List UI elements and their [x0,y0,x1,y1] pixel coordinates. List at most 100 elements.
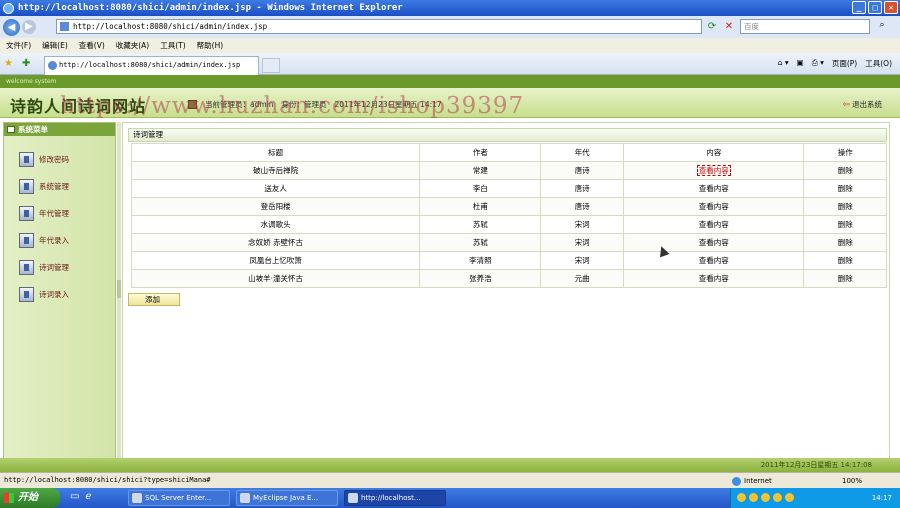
delete-link[interactable]: 删除 [838,256,853,265]
globe-icon [732,477,741,486]
poem-table: 标题 作者 年代 内容 操作 破山寺后禅院 常建 唐诗 查看内容 删除 送友人 [130,143,887,288]
favorites-star-icon[interactable]: ★ [4,58,13,69]
sidebar-item-change-password[interactable]: 修改密码 [19,149,69,169]
tools-menu[interactable]: 工具(O) [865,58,892,69]
ie-quicklaunch-icon[interactable]: ℯ [85,491,91,502]
close-button[interactable]: ✕ [884,1,898,14]
cell-author: 李清照 [419,251,542,270]
delete-link[interactable]: 删除 [838,220,853,229]
current-user: 当前管理员：admin [205,100,274,109]
view-content-link[interactable]: 查看内容 [699,238,729,247]
sidebar-splitter[interactable] [117,122,121,462]
delete-link[interactable]: 删除 [838,238,853,247]
refresh-icon[interactable]: ⟳ [705,20,719,34]
cell-author: 苏轼 [419,215,542,234]
table-row: 念奴娇 赤壁怀古 苏轼 宋词 查看内容 删除 [130,233,887,252]
document-icon [19,205,34,221]
sidebar-item-poem-entry[interactable]: 诗词录入 [19,284,69,304]
search-input[interactable]: 百度 [740,19,870,34]
tab-bar: ★ ✚ http://localhost:8080/shici/admin/in… [0,53,900,75]
sidebar-item-system[interactable]: 系统管理 [19,176,69,196]
sidebar-item-era-entry[interactable]: 年代录入 [19,230,69,250]
browser-tab[interactable]: http://localhost:8080/shici/admin/index.… [44,56,259,75]
home-icon[interactable]: ⌂ ▾ [778,58,789,69]
sidebar-header-label: 系统菜单 [18,125,48,134]
col-author: 作者 [419,143,542,162]
menu-icon [7,126,15,133]
new-tab-button[interactable] [262,58,280,73]
cell-action: 删除 [803,197,887,216]
stop-icon[interactable]: ✕ [722,20,736,34]
splitter-grip[interactable] [117,280,121,298]
cell-title: 山坡羊·潼关怀古 [130,269,421,288]
table-row: 山坡羊·潼关怀古 张养浩 元曲 查看内容 删除 [130,269,887,288]
print-icon[interactable]: ⎙ ▾ [812,58,824,69]
delete-link[interactable]: 删除 [838,184,853,193]
sidebar-item-label: 诗词管理 [39,262,69,272]
system-tray: 14:17 [730,488,900,508]
view-content-link[interactable]: 查看内容 [696,165,731,176]
security-zone: Internet [732,474,772,489]
menu-view[interactable]: 查看(V) [79,40,105,51]
page-menu[interactable]: 页面(P) [832,58,857,69]
menu-favorites[interactable]: 收藏夹(A) [116,40,149,51]
task-myeclipse[interactable]: MyEclipse Java E... [236,490,338,506]
top-strip: welcome system [0,75,900,88]
view-content-link[interactable]: 查看内容 [699,202,729,211]
tray-icon[interactable] [749,493,758,502]
document-icon [19,232,34,248]
cell-content: 查看内容 [622,179,805,198]
document-icon [19,259,34,275]
tray-icon[interactable] [737,493,746,502]
sidebar-item-poem-manage[interactable]: 诗词管理 [19,257,69,277]
cell-content: 查看内容 [622,269,805,288]
zone-label: Internet [744,477,772,485]
task-sql-server[interactable]: SQL Server Enter... [128,490,230,506]
logout-link[interactable]: ⇦ 退出系统 [842,99,882,110]
menu-bar: 文件(F) 编辑(E) 查看(V) 收藏夹(A) 工具(T) 帮助(H) [0,38,900,53]
start-button[interactable]: 开始 [0,488,60,508]
tray-icon[interactable] [761,493,770,502]
view-content-link[interactable]: 查看内容 [699,220,729,229]
back-button[interactable]: ◀ [3,18,20,36]
document-icon [19,178,34,194]
cell-action: 删除 [803,269,887,288]
cell-author: 杜甫 [419,197,542,216]
menu-file[interactable]: 文件(F) [6,40,31,51]
task-ie[interactable]: http://localhost... [344,490,446,506]
feeds-icon[interactable]: ▣ [797,58,804,69]
user-info: 当前管理员：admin 身份：管理员 2011年12月23日星期五 14:17 [188,99,442,110]
desktop-icon[interactable]: ▭ [70,491,79,502]
tray-icons [737,493,794,502]
view-content-link[interactable]: 查看内容 [699,274,729,283]
delete-link[interactable]: 删除 [838,202,853,211]
add-button[interactable]: 添加 [128,293,180,306]
add-favorites-icon[interactable]: ✚ [22,58,30,69]
maximize-button[interactable]: □ [868,1,882,14]
address-bar[interactable]: http://localhost:8080/shici/admin/index.… [56,19,702,34]
cell-action: 删除 [803,179,887,198]
forward-button[interactable]: ▶ [22,20,36,34]
window-titlebar: http://localhost:8080/shici/admin/index.… [0,0,900,16]
col-action: 操作 [803,143,887,162]
view-content-link[interactable]: 查看内容 [699,256,729,265]
table-row: 凤凰台上忆吹箫 李清照 宋词 查看内容 删除 [130,251,887,270]
search-icon[interactable]: ⌕ [873,20,891,33]
sidebar-item-era-manage[interactable]: 年代管理 [19,203,69,223]
status-url: http://localhost:8080/shici/shici?type=s… [4,476,211,484]
cell-content: 查看内容 [622,251,805,270]
cell-era: 宋词 [540,233,624,252]
tray-icon[interactable] [785,493,794,502]
delete-link[interactable]: 删除 [838,274,853,283]
menu-edit[interactable]: 编辑(E) [42,40,68,51]
menu-help[interactable]: 帮助(H) [197,40,224,51]
delete-link[interactable]: 删除 [838,166,853,175]
zoom-level[interactable]: 100% [842,474,862,489]
view-content-link[interactable]: 查看内容 [699,184,729,193]
minimize-button[interactable]: _ [852,1,866,14]
tray-icon[interactable] [773,493,782,502]
window-controls: _ □ ✕ [852,1,898,14]
menu-tools[interactable]: 工具(T) [160,40,185,51]
cell-era: 宋词 [540,251,624,270]
site-header: 诗韵人间诗词网站 当前管理员：admin 身份：管理员 2011年12月23日星… [0,88,900,118]
